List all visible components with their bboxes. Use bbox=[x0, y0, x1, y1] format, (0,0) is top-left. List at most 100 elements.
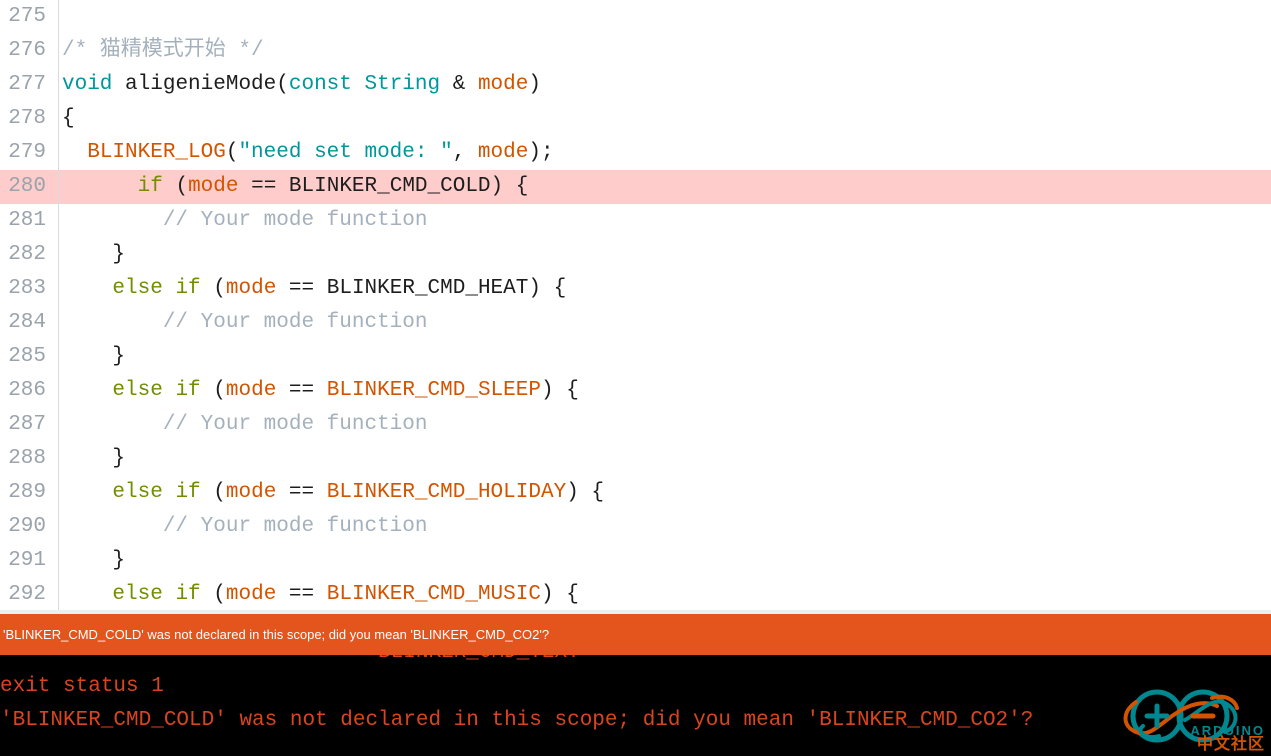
console-line: exit status 1 bbox=[0, 675, 164, 698]
code-line-source: // Your mode function bbox=[62, 408, 1271, 442]
code-line-source: } bbox=[62, 238, 1271, 272]
line-number: 291 bbox=[8, 549, 46, 572]
code-token: == bbox=[276, 277, 327, 300]
line-number: 279 bbox=[8, 141, 46, 164]
code-line[interactable]: 284 // Your mode function bbox=[0, 306, 1271, 340]
code-line[interactable]: 282 } bbox=[0, 238, 1271, 272]
code-line[interactable]: 289 else if (mode == BLINKER_CMD_HOLIDAY… bbox=[0, 476, 1271, 510]
code-token: "need set mode: " bbox=[238, 141, 453, 164]
code-token: == bbox=[276, 583, 327, 606]
code-token: mode bbox=[225, 481, 277, 504]
line-number: 285 bbox=[8, 345, 46, 368]
code-token: ( bbox=[200, 379, 226, 402]
code-token: void bbox=[62, 73, 113, 96]
line-number: 283 bbox=[8, 277, 46, 300]
code-line-source: // Your mode function bbox=[62, 306, 1271, 340]
code-token: & bbox=[440, 73, 478, 96]
code-line[interactable]: 288 } bbox=[0, 442, 1271, 476]
code-token: // Your mode function bbox=[162, 209, 428, 232]
code-token: if bbox=[175, 277, 201, 300]
line-number: 290 bbox=[8, 515, 46, 538]
code-token: // Your mode function bbox=[162, 515, 428, 538]
line-number: 276 bbox=[8, 39, 46, 62]
code-line-source: else if (mode == BLINKER_CMD_HOLIDAY) { bbox=[62, 476, 1271, 510]
code-token: // Your mode function bbox=[162, 413, 428, 436]
line-number: 280 bbox=[8, 175, 46, 198]
code-token: else bbox=[112, 379, 163, 402]
code-line[interactable]: 287 // Your mode function bbox=[0, 408, 1271, 442]
line-number: 292 bbox=[8, 583, 46, 606]
code-token: if bbox=[175, 379, 201, 402]
code-line-list[interactable]: 275 276/* 猫精模式开始 */277 void aligenieMode(c… bbox=[0, 0, 1271, 610]
code-token: ( bbox=[276, 73, 289, 96]
code-line[interactable]: 279 BLINKER_LOG("need set mode: ", mode)… bbox=[0, 136, 1271, 170]
code-token: ) { bbox=[540, 379, 579, 402]
code-token: == bbox=[238, 175, 289, 198]
code-line[interactable]: 277 void aligenieMode(const String & mode… bbox=[0, 68, 1271, 102]
line-number: 277 bbox=[8, 73, 46, 96]
line-number: 287 bbox=[8, 413, 46, 436]
code-token: BLINKER_LOG bbox=[87, 141, 226, 164]
compile-error-banner[interactable]: 'BLINKER_CMD_COLD' was not declared in t… bbox=[0, 614, 1271, 655]
code-line-source: // Your mode function bbox=[62, 510, 1271, 544]
code-token: else bbox=[112, 277, 163, 300]
code-line-source: /* 猫精模式开始 */ bbox=[62, 34, 1271, 68]
code-token: if bbox=[175, 481, 201, 504]
code-token: { bbox=[62, 107, 75, 130]
code-token: BLINKER_CMD_SLEEP bbox=[326, 379, 541, 402]
code-token: } bbox=[62, 447, 126, 470]
code-line[interactable]: 291 } bbox=[0, 544, 1271, 578]
code-token: ( bbox=[200, 583, 226, 606]
code-line[interactable]: 292 else if (mode == BLINKER_CMD_MUSIC) … bbox=[0, 578, 1271, 610]
code-line-source: else if (mode == BLINKER_CMD_MUSIC) { bbox=[62, 578, 1271, 610]
code-line[interactable]: 278 { bbox=[0, 102, 1271, 136]
code-token: ) bbox=[528, 73, 541, 96]
code-line[interactable]: 285 } bbox=[0, 340, 1271, 374]
code-token: == bbox=[276, 379, 327, 402]
code-line-source: { bbox=[62, 102, 1271, 136]
code-token: ) { bbox=[540, 583, 579, 606]
code-line-source: else if (mode == BLINKER_CMD_SLEEP) { bbox=[62, 374, 1271, 408]
code-line[interactable]: 276 /* 猫精模式开始 */ bbox=[0, 34, 1271, 68]
code-token: const bbox=[288, 73, 352, 96]
code-line[interactable]: 283 else if (mode == BLINKER_CMD_HEAT) { bbox=[0, 272, 1271, 306]
line-number: 278 bbox=[8, 107, 46, 130]
code-line-source: } bbox=[62, 442, 1271, 476]
line-number: 282 bbox=[8, 243, 46, 266]
gutter-separator bbox=[58, 0, 59, 610]
code-line[interactable]: 290 // Your mode function bbox=[0, 510, 1271, 544]
code-token: if bbox=[137, 175, 163, 198]
code-line-source: } bbox=[62, 340, 1271, 374]
code-token: aligenieMode bbox=[125, 73, 277, 96]
code-token: mode bbox=[477, 141, 529, 164]
code-token: ) { bbox=[490, 175, 529, 198]
code-token: ( bbox=[200, 481, 226, 504]
code-editor[interactable]: 275 276/* 猫精模式开始 */277 void aligenieMode(c… bbox=[0, 0, 1271, 610]
code-token: BLINKER_CMD_HOLIDAY bbox=[326, 481, 567, 504]
code-line[interactable]: 281 // Your mode function bbox=[0, 204, 1271, 238]
code-line-source: // Your mode function bbox=[62, 204, 1271, 238]
line-number: 284 bbox=[8, 311, 46, 334]
code-token: ) { bbox=[566, 481, 604, 504]
code-token: else bbox=[112, 583, 163, 606]
code-token: if bbox=[175, 583, 201, 606]
code-line[interactable]: 275 bbox=[0, 0, 1271, 34]
code-line[interactable]: 286 else if (mode == BLINKER_CMD_SLEEP) … bbox=[0, 374, 1271, 408]
code-token: mode bbox=[225, 379, 277, 402]
code-line-source: BLINKER_LOG("need set mode: ", mode); bbox=[62, 136, 1271, 170]
code-line[interactable]: 280 if (mode == BLINKER_CMD_COLD) { bbox=[0, 170, 1271, 204]
code-token: BLINKER_CMD_MUSIC bbox=[326, 583, 541, 606]
line-number: 275 bbox=[8, 5, 46, 28]
